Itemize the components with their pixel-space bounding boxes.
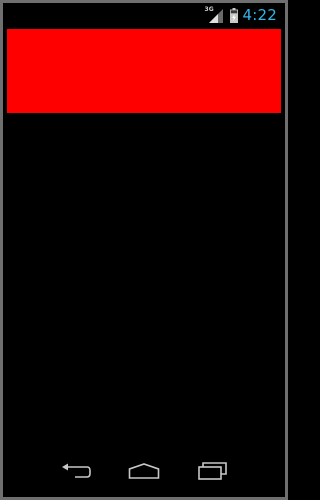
back-icon [62, 463, 91, 478]
status-icons: 3G 4:22 [205, 3, 277, 27]
status-clock: 4:22 [242, 6, 277, 24]
status-bar: 3G 4:22 [3, 3, 285, 27]
screen: 3G 4:22 [3, 3, 285, 497]
signal-indicator: 3G [205, 6, 225, 23]
app-content [3, 27, 285, 445]
navigation-bar [3, 445, 285, 497]
device-frame: 3G 4:22 [0, 0, 288, 500]
red-banner [7, 29, 281, 113]
signal-icon [208, 9, 223, 23]
back-button[interactable] [46, 445, 106, 497]
home-icon [128, 463, 160, 479]
recents-icon [198, 462, 227, 480]
battery-charging-icon [229, 7, 238, 23]
recents-button[interactable] [183, 445, 243, 497]
home-button[interactable] [114, 445, 174, 497]
